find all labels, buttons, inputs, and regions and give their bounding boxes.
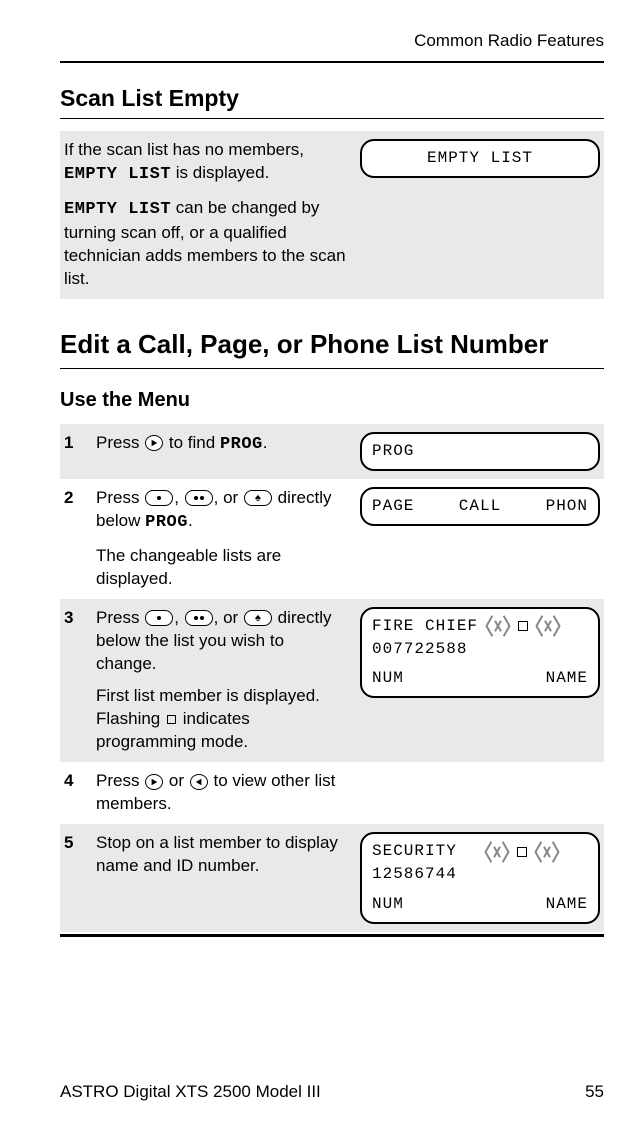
nav-left-icon [190,774,208,790]
step-row: 2 Press , , or ♠ directly below PROG. Th… [60,479,604,599]
step-number: 5 [64,832,82,855]
display-text: PHON [546,495,588,518]
softkey-one-dot-icon [145,490,173,506]
flashing-box-icon [167,715,176,724]
step-row: 4 Press or to view other list members. [60,762,604,824]
page-footer: ASTRO Digital XTS 2500 Model III 55 [60,1081,604,1104]
flash-rays-icon [534,617,562,635]
subsection-use-the-menu: Use the Menu [60,387,604,414]
flashing-box-icon [518,621,528,631]
display-softkey: NUM [372,667,404,690]
nav-right-icon [145,435,163,451]
flash-rays-icon [533,843,561,861]
text: , [174,608,183,627]
text: If the scan list has no members, [64,140,304,159]
step-text: Press or to view other list members. [96,770,346,816]
display-name: SECURITY [372,840,457,863]
step-text: Stop on a list member to display name an… [96,832,346,878]
radio-display-fire-chief: FIRE CHIEF 007722588 NUM NAME [360,607,600,699]
text: is displayed. [171,163,269,182]
radio-display-security: SECURITY 12586744 NUM NAME [360,832,600,924]
step-row: 5 Stop on a list member to display name … [60,824,604,932]
display-text: CALL [459,495,501,518]
display-softkey: NAME [546,667,588,690]
step-number: 2 [64,487,82,510]
step-subtext: First list member is displayed. Flashing… [96,685,346,754]
end-rule [60,934,604,937]
radio-display-prog: PROG [360,432,600,471]
scan-empty-para1: If the scan list has no members, EMPTY L… [64,139,346,187]
scan-empty-para2: EMPTY LIST can be changed by turning sca… [64,197,346,291]
footer-model: ASTRO Digital XTS 2500 Model III [60,1081,321,1104]
step-number: 1 [64,432,82,455]
display-softkey: NUM [372,893,404,916]
display-text: PROG [372,440,414,463]
nav-right-icon [145,774,163,790]
softkey-two-dot-icon [185,490,213,506]
text: Press [96,488,144,507]
scan-empty-block: If the scan list has no members, EMPTY L… [60,131,604,299]
code-prog: PROG [220,435,263,454]
text: , or [214,608,243,627]
softkey-two-dot-icon [185,610,213,626]
code-empty-list: EMPTY LIST [64,200,171,219]
code-empty-list: EMPTY LIST [64,165,171,184]
step-text: Press to find PROG. [96,432,346,457]
softkey-one-dot-icon [145,610,173,626]
step-text: Press , , or ♠ directly below the list y… [96,607,346,676]
flash-rays-icon [484,617,512,635]
display-id: 12586744 [372,863,457,886]
step-row: 1 Press to find PROG. PROG [60,424,604,479]
footer-page-number: 55 [585,1081,604,1104]
softkey-three-dot-icon: ♠ [244,490,272,506]
radio-display-empty-list: EMPTY LIST [360,139,600,178]
code-prog: PROG [145,513,188,532]
step-subtext: The changeable lists are displayed. [96,545,346,591]
step-number: 3 [64,607,82,630]
text: Press [96,771,144,790]
text: . [188,511,193,530]
text: , [174,488,183,507]
text: to find [164,433,220,452]
display-text: PAGE [372,495,414,518]
step-number: 4 [64,770,82,793]
text: Press [96,433,144,452]
text: , or [214,488,243,507]
text: or [164,771,189,790]
display-softkey: NAME [546,893,588,916]
section-title-edit-list: Edit a Call, Page, or Phone List Number [60,327,604,369]
softkey-three-dot-icon: ♠ [244,610,272,626]
step-text: Press , , or ♠ directly below PROG. [96,487,346,535]
text: Press [96,608,144,627]
flash-rays-icon [483,843,511,861]
radio-display-lists: PAGE CALL PHON [360,487,600,526]
header-rule [60,61,604,63]
section-title-scan-list-empty: Scan List Empty [60,83,604,119]
flashing-box-icon [517,847,527,857]
step-row: 3 Press , , or ♠ directly below the list… [60,599,604,763]
display-id: 007722588 [372,638,467,661]
display-name: FIRE CHIEF [372,615,478,638]
text: . [263,433,268,452]
chapter-header: Common Radio Features [60,30,604,53]
